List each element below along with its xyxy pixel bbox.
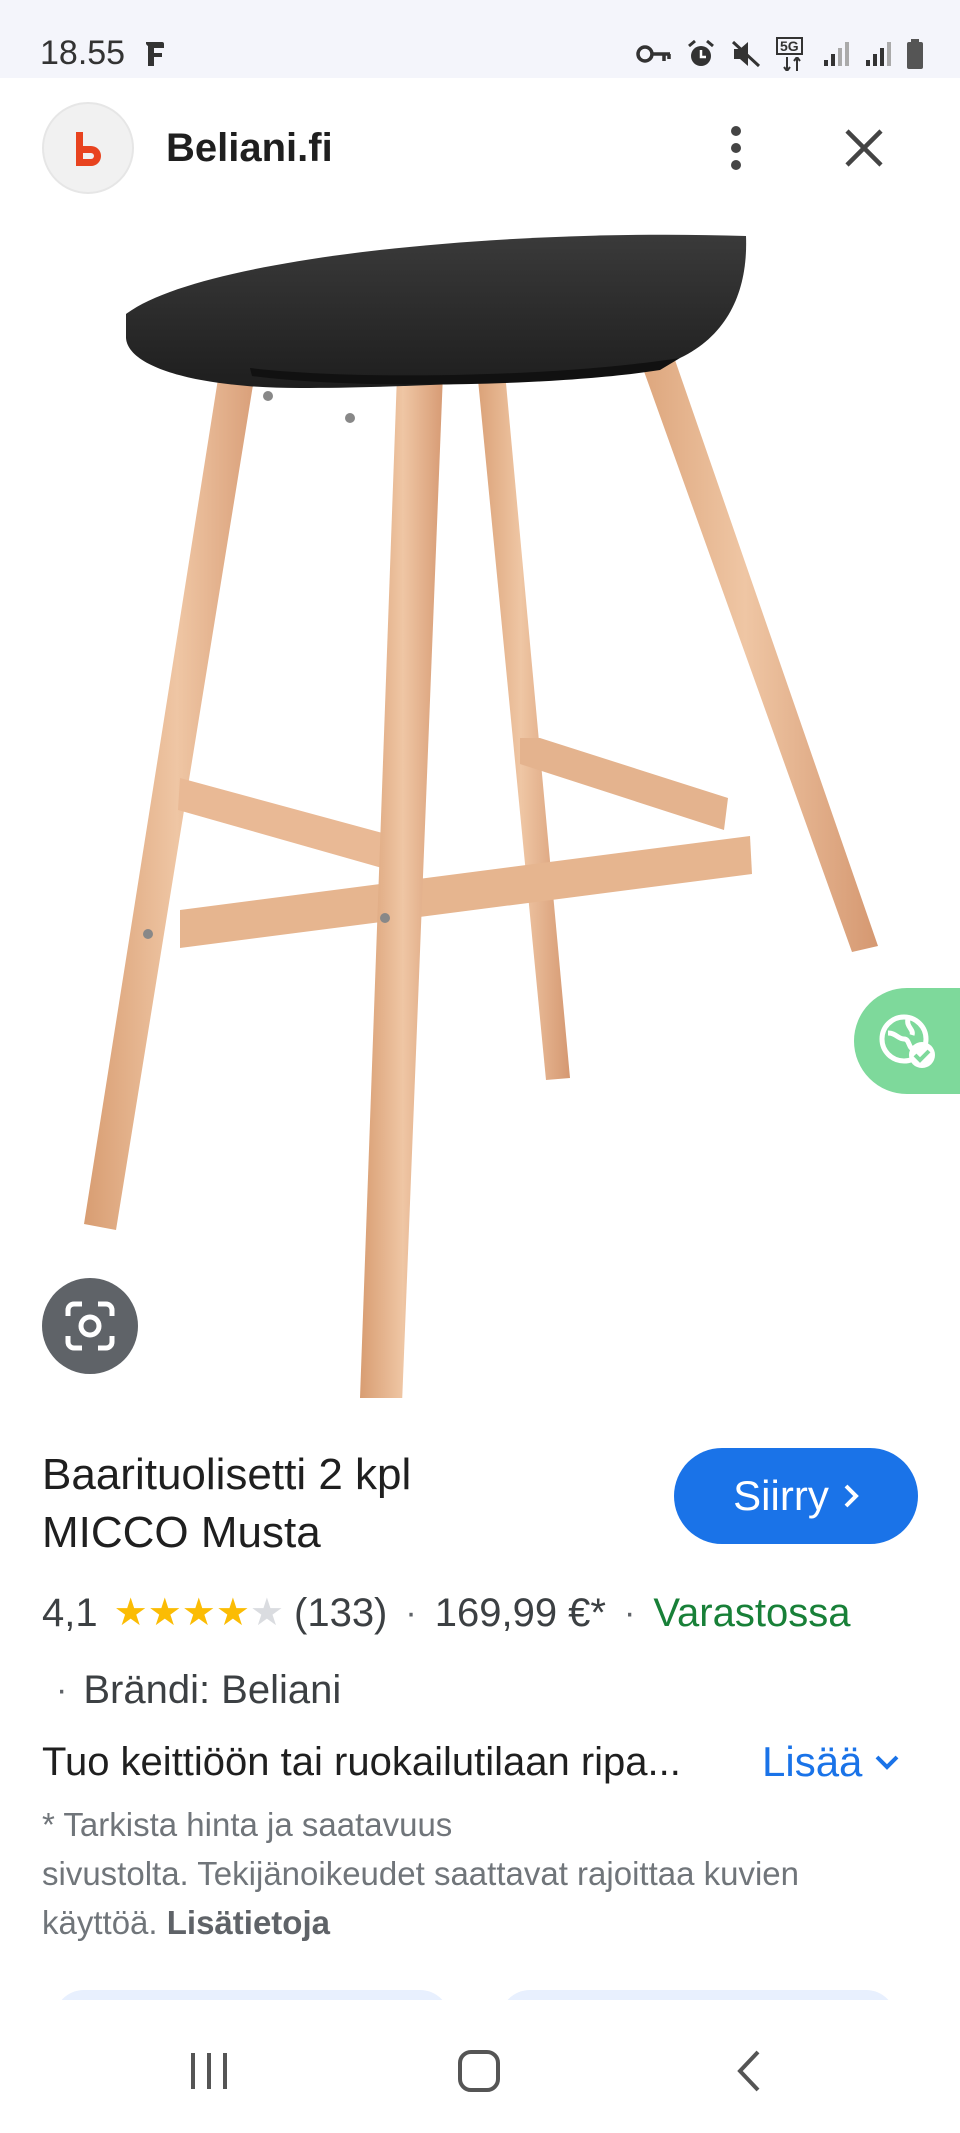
- translate-globe-button[interactable]: [854, 988, 960, 1094]
- more-vert-icon[interactable]: [716, 118, 756, 178]
- recents-icon[interactable]: [164, 2036, 254, 2106]
- product-description: Tuo keittiöön tai ruokailutilaan ripa...: [42, 1740, 681, 1784]
- disclaimer: * Tarkista hinta ja saatavuus sivustolta…: [42, 1800, 922, 1947]
- meta-line: 4,1 ★ ★ ★ ★ ★ (133) · 169,99 €* · Varast…: [42, 1586, 850, 1640]
- star-icon: ★: [215, 1592, 250, 1634]
- disclaimer-text: käyttöä.: [42, 1904, 158, 1941]
- separator-dot: ·: [624, 1593, 636, 1632]
- close-icon[interactable]: [836, 118, 892, 178]
- brand-line: · Brändi: Beliani: [56, 1664, 341, 1716]
- 5g-icon: 5G: [776, 37, 808, 71]
- system-nav-bar: [0, 2000, 960, 2133]
- battery-icon: [907, 39, 923, 69]
- star-empty-icon: ★: [249, 1592, 284, 1634]
- home-icon[interactable]: [434, 2036, 524, 2106]
- more-info-link[interactable]: Lisätietoja: [167, 1904, 330, 1941]
- more-button-label: Lisää: [762, 1738, 863, 1785]
- status-time: 18.55: [40, 34, 126, 72]
- chevron-right-icon: [844, 1484, 859, 1508]
- mute-icon: [731, 40, 761, 68]
- lens-icon: [65, 1301, 115, 1351]
- product-title-line1: Baarituolisetti 2 kpl: [42, 1450, 412, 1499]
- back-icon[interactable]: [704, 2036, 794, 2106]
- network-label: 5G: [776, 37, 803, 55]
- signal-icon: [866, 42, 891, 66]
- facebook-notification-icon: [145, 42, 164, 66]
- product-title-line2: MICCO Musta: [42, 1508, 321, 1557]
- disclaimer-line1: * Tarkista hinta ja saatavuus: [42, 1806, 453, 1843]
- product-image[interactable]: [0, 218, 960, 1404]
- availability: Varastossa: [653, 1590, 851, 1635]
- status-icons: 5G: [636, 36, 924, 72]
- disclaimer-line3: käyttöä. Lisätietoja: [42, 1898, 922, 1947]
- globe-check-icon: [879, 1014, 935, 1068]
- chevron-down-icon: [875, 1755, 899, 1770]
- brand: Brändi: Beliani: [83, 1667, 342, 1712]
- bar-stool-image: [84, 234, 878, 1404]
- site-name: Beliani.fi: [166, 126, 333, 170]
- rating-value: 4,1: [42, 1590, 98, 1635]
- more-button[interactable]: Lisää: [762, 1734, 900, 1790]
- status-bar: 18.55 5G: [0, 0, 960, 78]
- signal-icon: [824, 42, 849, 66]
- vpn-key-icon: [636, 45, 671, 63]
- site-header: Beliani.fi: [0, 78, 960, 218]
- star-icon: ★: [113, 1592, 148, 1634]
- beliani-logo-icon[interactable]: [42, 102, 134, 194]
- product-title: Baarituolisetti 2 kpl MICCO Musta: [42, 1446, 602, 1562]
- star-icon: ★: [181, 1592, 216, 1634]
- review-count: (133): [294, 1590, 388, 1635]
- separator-dot: ·: [405, 1593, 417, 1632]
- price: 169,99 €*: [434, 1590, 606, 1635]
- star-icon: ★: [147, 1592, 182, 1634]
- alarm-icon: [688, 39, 714, 66]
- lens-search-button[interactable]: [42, 1278, 138, 1374]
- visit-button-label: Siirry: [733, 1472, 829, 1519]
- rating-stars: ★ ★ ★ ★ ★: [114, 1594, 284, 1632]
- disclaimer-line2: sivustolta. Tekijänoikeudet saattavat ra…: [42, 1855, 800, 1892]
- separator-dot: ·: [56, 1670, 68, 1709]
- visit-button[interactable]: Siirry: [674, 1448, 918, 1544]
